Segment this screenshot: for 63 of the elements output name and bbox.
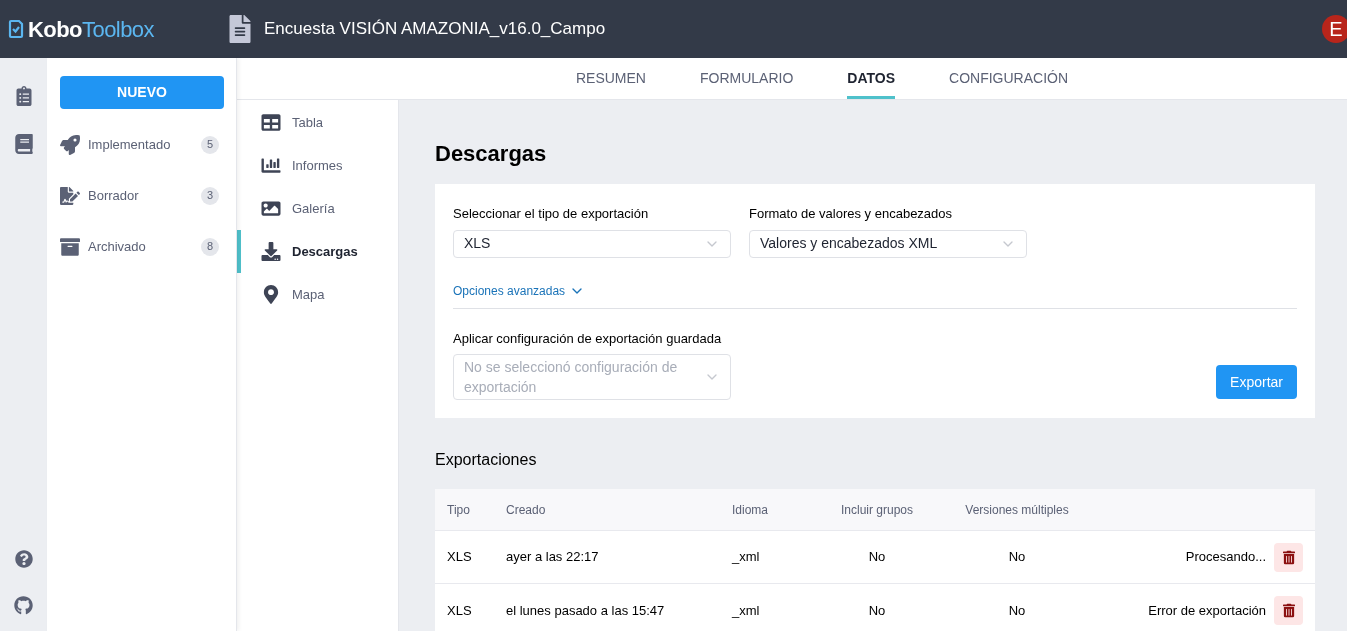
sidebar-label: Archivado [88,237,147,256]
count-badge: 5 [201,135,219,154]
subnav-item[interactable]: Galería [237,187,398,230]
field-label: Aplicar configuración de exportación guardada [453,329,723,348]
tab[interactable]: FORMULARIO [699,58,794,99]
column-header: Tipo [446,501,471,519]
clipboard-icon[interactable] [14,86,33,106]
delete-button[interactable] [1274,542,1303,572]
advanced-options-link[interactable]: Opciones avanzadas [453,281,586,300]
logo-text: KoboToolbox [28,15,154,44]
logo-mark-icon [8,19,24,39]
table-cell-text: No [867,601,887,620]
user-avatar[interactable]: E [1322,15,1347,43]
section-title: Exportaciones [435,450,538,470]
count-badge: 3 [201,186,219,205]
document-icon [228,15,252,43]
form-title: Encuesta VISIÓN AMAZONIA_v16.0_Campo [264,18,606,41]
rocket-icon [60,134,80,155]
sidebar-item[interactable]: Borrador 3 [60,170,223,221]
tab[interactable]: CONFIGURACIÓN [949,58,1069,99]
column-header: Creado [506,501,547,519]
logo[interactable]: KoboToolbox [0,12,228,46]
export-type-select[interactable]: XLS [453,229,731,258]
table-cell-text: XLS [446,601,473,620]
count-badge: 8 [201,237,219,256]
image-icon [261,199,281,218]
tab[interactable]: RESUMEN [575,58,646,99]
table-cell-text: XLS [446,548,473,567]
subnav-item[interactable]: Tabla [237,101,398,144]
column-header: Idioma [732,501,770,519]
table-cell-text: No [867,548,887,567]
column-header: Incluir grupos [839,501,914,519]
table-cell-text: No [1007,548,1027,567]
subnav-item[interactable]: Informes [237,144,398,187]
sidebar-item[interactable]: Implementado 5 [60,119,223,170]
table-cell-text: el lunes pasado a las 15:47 [506,601,666,620]
format-select[interactable]: Valores y encabezados XML [749,229,1027,258]
map-pin-icon [261,285,281,304]
table-cell-text: ayer a las 22:17 [506,548,600,567]
sidebar-item[interactable]: Archivado 8 [60,221,223,272]
table-cell-text: _xml [732,548,761,567]
archive-box-icon [60,236,80,257]
github-icon[interactable] [14,596,33,615]
table-cell-text: No [1007,601,1027,620]
help-icon[interactable] [14,550,33,568]
status-text: Procesando... [1184,548,1267,567]
trash-icon [1282,549,1295,565]
subnav-item[interactable]: Mapa [237,273,398,316]
download-icon [261,242,281,261]
books-icon[interactable] [13,134,34,154]
sidebar-label: Implementado [88,135,172,154]
field-label: Seleccionar el tipo de exportación [453,205,650,223]
status-text: Error de exportación [1147,601,1267,620]
table-cell-text: _xml [732,601,761,620]
table-icon [261,113,281,132]
trash-icon [1282,603,1295,618]
bar-chart-icon [261,156,281,175]
delete-button[interactable] [1274,596,1303,625]
page-title: Descargas [435,141,548,167]
column-header: Versiones múltiples [964,501,1070,519]
sidebar-label: Borrador [88,186,140,205]
field-label: Formato de valores y encabezados [749,205,954,223]
pen-document-icon [60,185,80,206]
